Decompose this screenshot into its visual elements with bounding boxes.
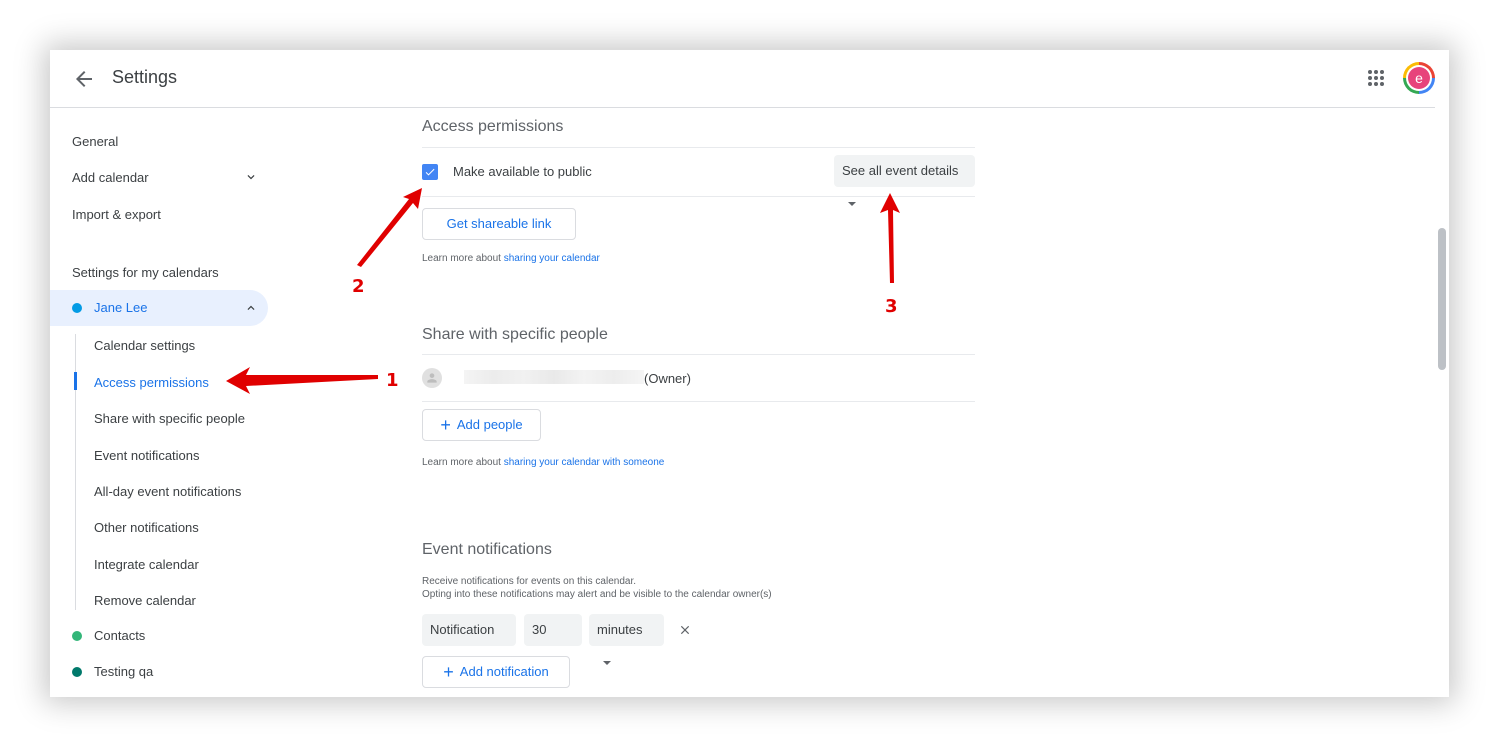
notifications-description-1: Receive notifications for events on this…: [422, 576, 637, 587]
sub-item-all-day-event-notifications[interactable]: All-day event notifications: [94, 484, 241, 499]
divider: [422, 401, 975, 402]
make-public-label: Make available to public: [453, 164, 592, 179]
calendar-label: Jane Lee: [94, 300, 148, 315]
caret-down-icon: [603, 660, 611, 665]
scrollbar-track[interactable]: [1435, 107, 1449, 697]
sub-item-calendar-settings[interactable]: Calendar settings: [94, 338, 195, 353]
sidebar-item-add-calendar[interactable]: Add calendar: [72, 170, 268, 185]
checkmark-icon: [425, 168, 435, 176]
calendar-color-dot: [72, 303, 82, 313]
sidebar-item-import-export[interactable]: Import & export: [72, 207, 161, 222]
top-bar: Settings e: [50, 50, 1449, 108]
sharing-with-someone-link[interactable]: sharing your calendar with someone: [504, 457, 665, 468]
access-permissions-heading: Access permissions: [422, 118, 564, 135]
event-visibility-value: See all event details: [842, 163, 959, 178]
calendar-contacts[interactable]: Contacts: [50, 618, 268, 654]
share-with-specific-people-heading: Share with specific people: [422, 326, 608, 343]
event-notifications-heading: Event notifications: [422, 541, 552, 558]
redacted-email: [464, 370, 644, 384]
caret-down-icon: [848, 201, 856, 206]
learn-more-sharing-someone: Learn more about sharing your calendar w…: [422, 457, 665, 468]
arrow-left-icon[interactable]: [72, 67, 96, 91]
add-people-button[interactable]: + Add people: [422, 409, 541, 441]
get-shareable-link-button[interactable]: Get shareable link: [422, 208, 576, 240]
page-title: Settings: [112, 67, 178, 87]
divider: [422, 354, 975, 355]
calendar-jane-lee[interactable]: Jane Lee: [50, 290, 268, 326]
settings-for-my-calendars-heading: Settings for my calendars: [72, 265, 219, 280]
sub-item-other-notifications[interactable]: Other notifications: [94, 520, 199, 535]
calendar-label: Testing qa: [94, 664, 154, 679]
plus-icon: +: [443, 662, 454, 682]
sub-item-event-notifications[interactable]: Event notifications: [94, 448, 200, 463]
calendar-color-dot: [72, 631, 82, 641]
chevron-up-icon[interactable]: [244, 301, 258, 315]
notifications-description-2: Opting into these notifications may aler…: [422, 589, 772, 600]
divider: [422, 147, 975, 148]
person-icon: [427, 373, 437, 383]
notification-amount-input[interactable]: 30: [524, 614, 582, 646]
add-calendar-label: Add calendar: [72, 170, 149, 185]
settings-window: Settings e General Add calendar Import &…: [50, 50, 1449, 697]
close-icon[interactable]: [678, 623, 692, 637]
event-visibility-select[interactable]: See all event details: [834, 155, 975, 206]
person-avatar-icon: [422, 368, 442, 388]
sub-item-integrate-calendar[interactable]: Integrate calendar: [94, 557, 199, 572]
chevron-down-icon: [247, 175, 255, 180]
sub-item-share-with-specific-people[interactable]: Share with specific people: [94, 411, 245, 426]
divider: [422, 196, 975, 197]
calendar-testing-qa[interactable]: Testing qa: [50, 654, 268, 690]
sub-item-remove-calendar[interactable]: Remove calendar: [94, 593, 196, 608]
add-notification-button[interactable]: + Add notification: [422, 656, 570, 688]
avatar-letter: e: [1408, 67, 1430, 89]
sub-item-access-permissions[interactable]: Access permissions: [94, 375, 209, 390]
notification-unit-select[interactable]: minutes: [589, 614, 664, 665]
sharing-your-calendar-link[interactable]: sharing your calendar: [504, 253, 600, 264]
active-indicator: [74, 372, 77, 390]
sidebar-item-general[interactable]: General: [72, 134, 118, 149]
notification-type-select[interactable]: Notification: [422, 614, 516, 665]
calendar-color-dot: [72, 667, 82, 677]
make-public-checkbox[interactable]: [422, 164, 438, 180]
owner-label: (Owner): [644, 371, 691, 386]
apps-grid-icon[interactable]: [1366, 68, 1386, 88]
learn-more-sharing: Learn more about sharing your calendar: [422, 253, 600, 264]
calendar-label: Contacts: [94, 628, 146, 643]
account-avatar[interactable]: e: [1403, 62, 1435, 94]
scrollbar-thumb[interactable]: [1438, 228, 1446, 370]
plus-icon: +: [440, 415, 451, 435]
